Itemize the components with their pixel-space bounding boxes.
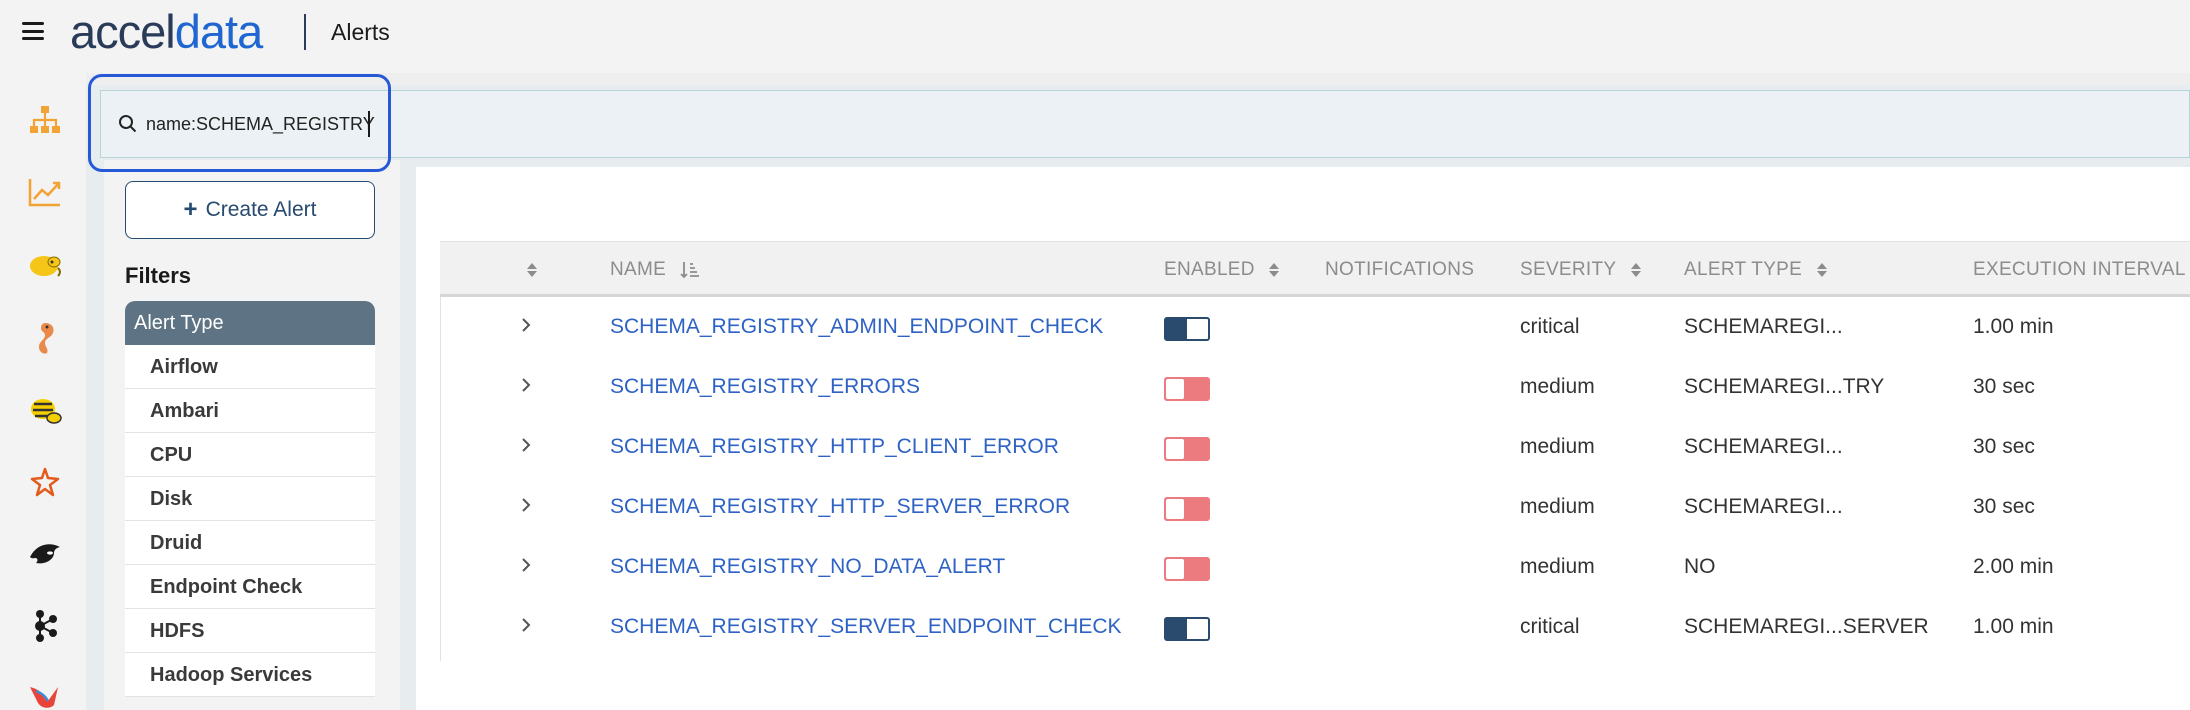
- column-header-notifications: NOTIFICATIONS: [1325, 259, 1475, 280]
- table-header: NAME ENABLED NOTIFICATIONS SEVERITY ALER…: [440, 241, 2190, 297]
- filter-item-disk[interactable]: Disk: [125, 477, 375, 521]
- interval-value: 2.00 min: [1973, 555, 2054, 578]
- plus-icon: +: [183, 196, 198, 223]
- enabled-toggle[interactable]: [1164, 377, 1210, 401]
- severity-value: critical: [1520, 315, 1580, 338]
- hamburger-menu-icon[interactable]: [22, 22, 44, 40]
- search-bar: [100, 90, 2190, 158]
- table-row[interactable]: SCHEMA_REGISTRY_HTTP_CLIENT_ERROR medium…: [440, 417, 2190, 477]
- alerts-table: NAME ENABLED NOTIFICATIONS SEVERITY ALER…: [440, 241, 2190, 657]
- chevron-right-icon[interactable]: [520, 615, 532, 635]
- enabled-toggle[interactable]: [1164, 437, 1210, 461]
- column-header-alert-type[interactable]: ALERT TYPE: [1684, 242, 1828, 298]
- column-header-name[interactable]: NAME: [610, 242, 700, 298]
- acceldata-logo[interactable]: acceldata: [70, 6, 263, 58]
- filters-title: Filters: [125, 263, 192, 288]
- alert-type-value: SCHEMAREGI...TRY: [1684, 375, 1885, 398]
- chevron-right-icon[interactable]: [520, 315, 532, 335]
- enabled-toggle[interactable]: [1164, 617, 1210, 641]
- severity-value: medium: [1520, 435, 1595, 458]
- alert-type-value: SCHEMAREGI...SERVER: [1684, 615, 1929, 638]
- filter-item-hadoop-services[interactable]: Hadoop Services: [125, 653, 375, 697]
- sort-ascending-icon: [680, 261, 699, 279]
- enabled-toggle[interactable]: [1164, 497, 1210, 521]
- interval-value: 30 sec: [1973, 375, 2035, 398]
- severity-value: medium: [1520, 495, 1595, 518]
- create-alert-label: Create Alert: [205, 198, 317, 221]
- title-divider: [304, 14, 306, 50]
- alert-type-value: SCHEMAREGI...: [1684, 315, 1843, 338]
- filter-group-header[interactable]: Alert Type: [125, 301, 375, 345]
- table-row[interactable]: SCHEMA_REGISTRY_ERRORS medium SCHEMAREGI…: [440, 357, 2190, 417]
- alert-name-link[interactable]: SCHEMA_REGISTRY_HTTP_CLIENT_ERROR: [610, 417, 1059, 477]
- hierarchy-icon[interactable]: [26, 101, 64, 139]
- create-alert-button[interactable]: + Create Alert: [125, 181, 375, 239]
- filter-item-druid[interactable]: Druid: [125, 521, 375, 565]
- text-caret: [368, 111, 370, 137]
- enabled-toggle[interactable]: [1164, 557, 1210, 581]
- table-row[interactable]: SCHEMA_REGISTRY_ADMIN_ENDPOINT_CHECK cri…: [440, 297, 2190, 357]
- interval-value: 30 sec: [1973, 435, 2035, 458]
- filter-item-ambari[interactable]: Ambari: [125, 389, 375, 433]
- alert-name-link[interactable]: SCHEMA_REGISTRY_ADMIN_ENDPOINT_CHECK: [610, 297, 1103, 357]
- chevron-right-icon[interactable]: [520, 375, 532, 395]
- alert-type-value: SCHEMAREGI...: [1684, 495, 1843, 518]
- left-rail: [0, 73, 86, 710]
- filter-item-endpoint-check[interactable]: Endpoint Check: [125, 565, 375, 609]
- alert-name-link[interactable]: SCHEMA_REGISTRY_ERRORS: [610, 357, 920, 417]
- chart-line-icon[interactable]: [26, 173, 64, 211]
- filter-item-cpu[interactable]: CPU: [125, 433, 375, 477]
- severity-value: medium: [1520, 555, 1595, 578]
- spark-star-icon[interactable]: [26, 463, 64, 501]
- bird-icon[interactable]: [26, 677, 64, 710]
- severity-value: medium: [1520, 375, 1595, 398]
- filter-item-hdfs[interactable]: HDFS: [125, 609, 375, 653]
- alert-type-filter-group: Alert Type Airflow Ambari CPU Disk Druid…: [125, 301, 375, 697]
- sort-icon: [1269, 262, 1280, 277]
- sort-icon: [1630, 262, 1641, 277]
- filter-item-airflow[interactable]: Airflow: [125, 345, 375, 389]
- kafka-icon[interactable]: [26, 607, 64, 645]
- table-row[interactable]: SCHEMA_REGISTRY_HTTP_SERVER_ERROR medium…: [440, 477, 2190, 537]
- table-row[interactable]: SCHEMA_REGISTRY_SERVER_ENDPOINT_CHECK cr…: [440, 597, 2190, 657]
- seahorse-icon[interactable]: [26, 319, 64, 357]
- column-header-execution-interval: EXECUTION INTERVAL: [1973, 259, 2186, 280]
- hive-bee-icon[interactable]: [26, 391, 64, 429]
- hadoop-elephant-icon[interactable]: [26, 247, 64, 285]
- table-row[interactable]: SCHEMA_REGISTRY_NO_DATA_ALERT medium NO …: [440, 537, 2190, 597]
- chevron-right-icon[interactable]: [520, 435, 532, 455]
- alert-name-link[interactable]: SCHEMA_REGISTRY_NO_DATA_ALERT: [610, 537, 1005, 597]
- alert-type-value: SCHEMAREGI...: [1684, 435, 1843, 458]
- alert-type-value: NO: [1684, 555, 1716, 578]
- interval-value: 1.00 min: [1973, 615, 2054, 638]
- search-input[interactable]: [146, 108, 376, 140]
- sort-icon: [527, 262, 537, 277]
- sort-icon: [1816, 262, 1827, 277]
- expand-sort-header[interactable]: [518, 242, 538, 298]
- alert-name-link[interactable]: SCHEMA_REGISTRY_HTTP_SERVER_ERROR: [610, 477, 1070, 537]
- column-header-severity[interactable]: SEVERITY: [1520, 242, 1642, 298]
- top-bar: acceldata Alerts: [0, 0, 2190, 73]
- page-title: Alerts: [331, 19, 390, 45]
- chevron-right-icon[interactable]: [520, 555, 532, 575]
- orca-icon[interactable]: [26, 535, 64, 573]
- chevron-right-icon[interactable]: [520, 495, 532, 515]
- column-header-enabled[interactable]: ENABLED: [1164, 242, 1280, 298]
- alert-name-link[interactable]: SCHEMA_REGISTRY_SERVER_ENDPOINT_CHECK: [610, 597, 1122, 657]
- enabled-toggle[interactable]: [1164, 317, 1210, 341]
- interval-value: 1.00 min: [1973, 315, 2054, 338]
- search-icon: [119, 115, 137, 133]
- severity-value: critical: [1520, 615, 1580, 638]
- interval-value: 30 sec: [1973, 495, 2035, 518]
